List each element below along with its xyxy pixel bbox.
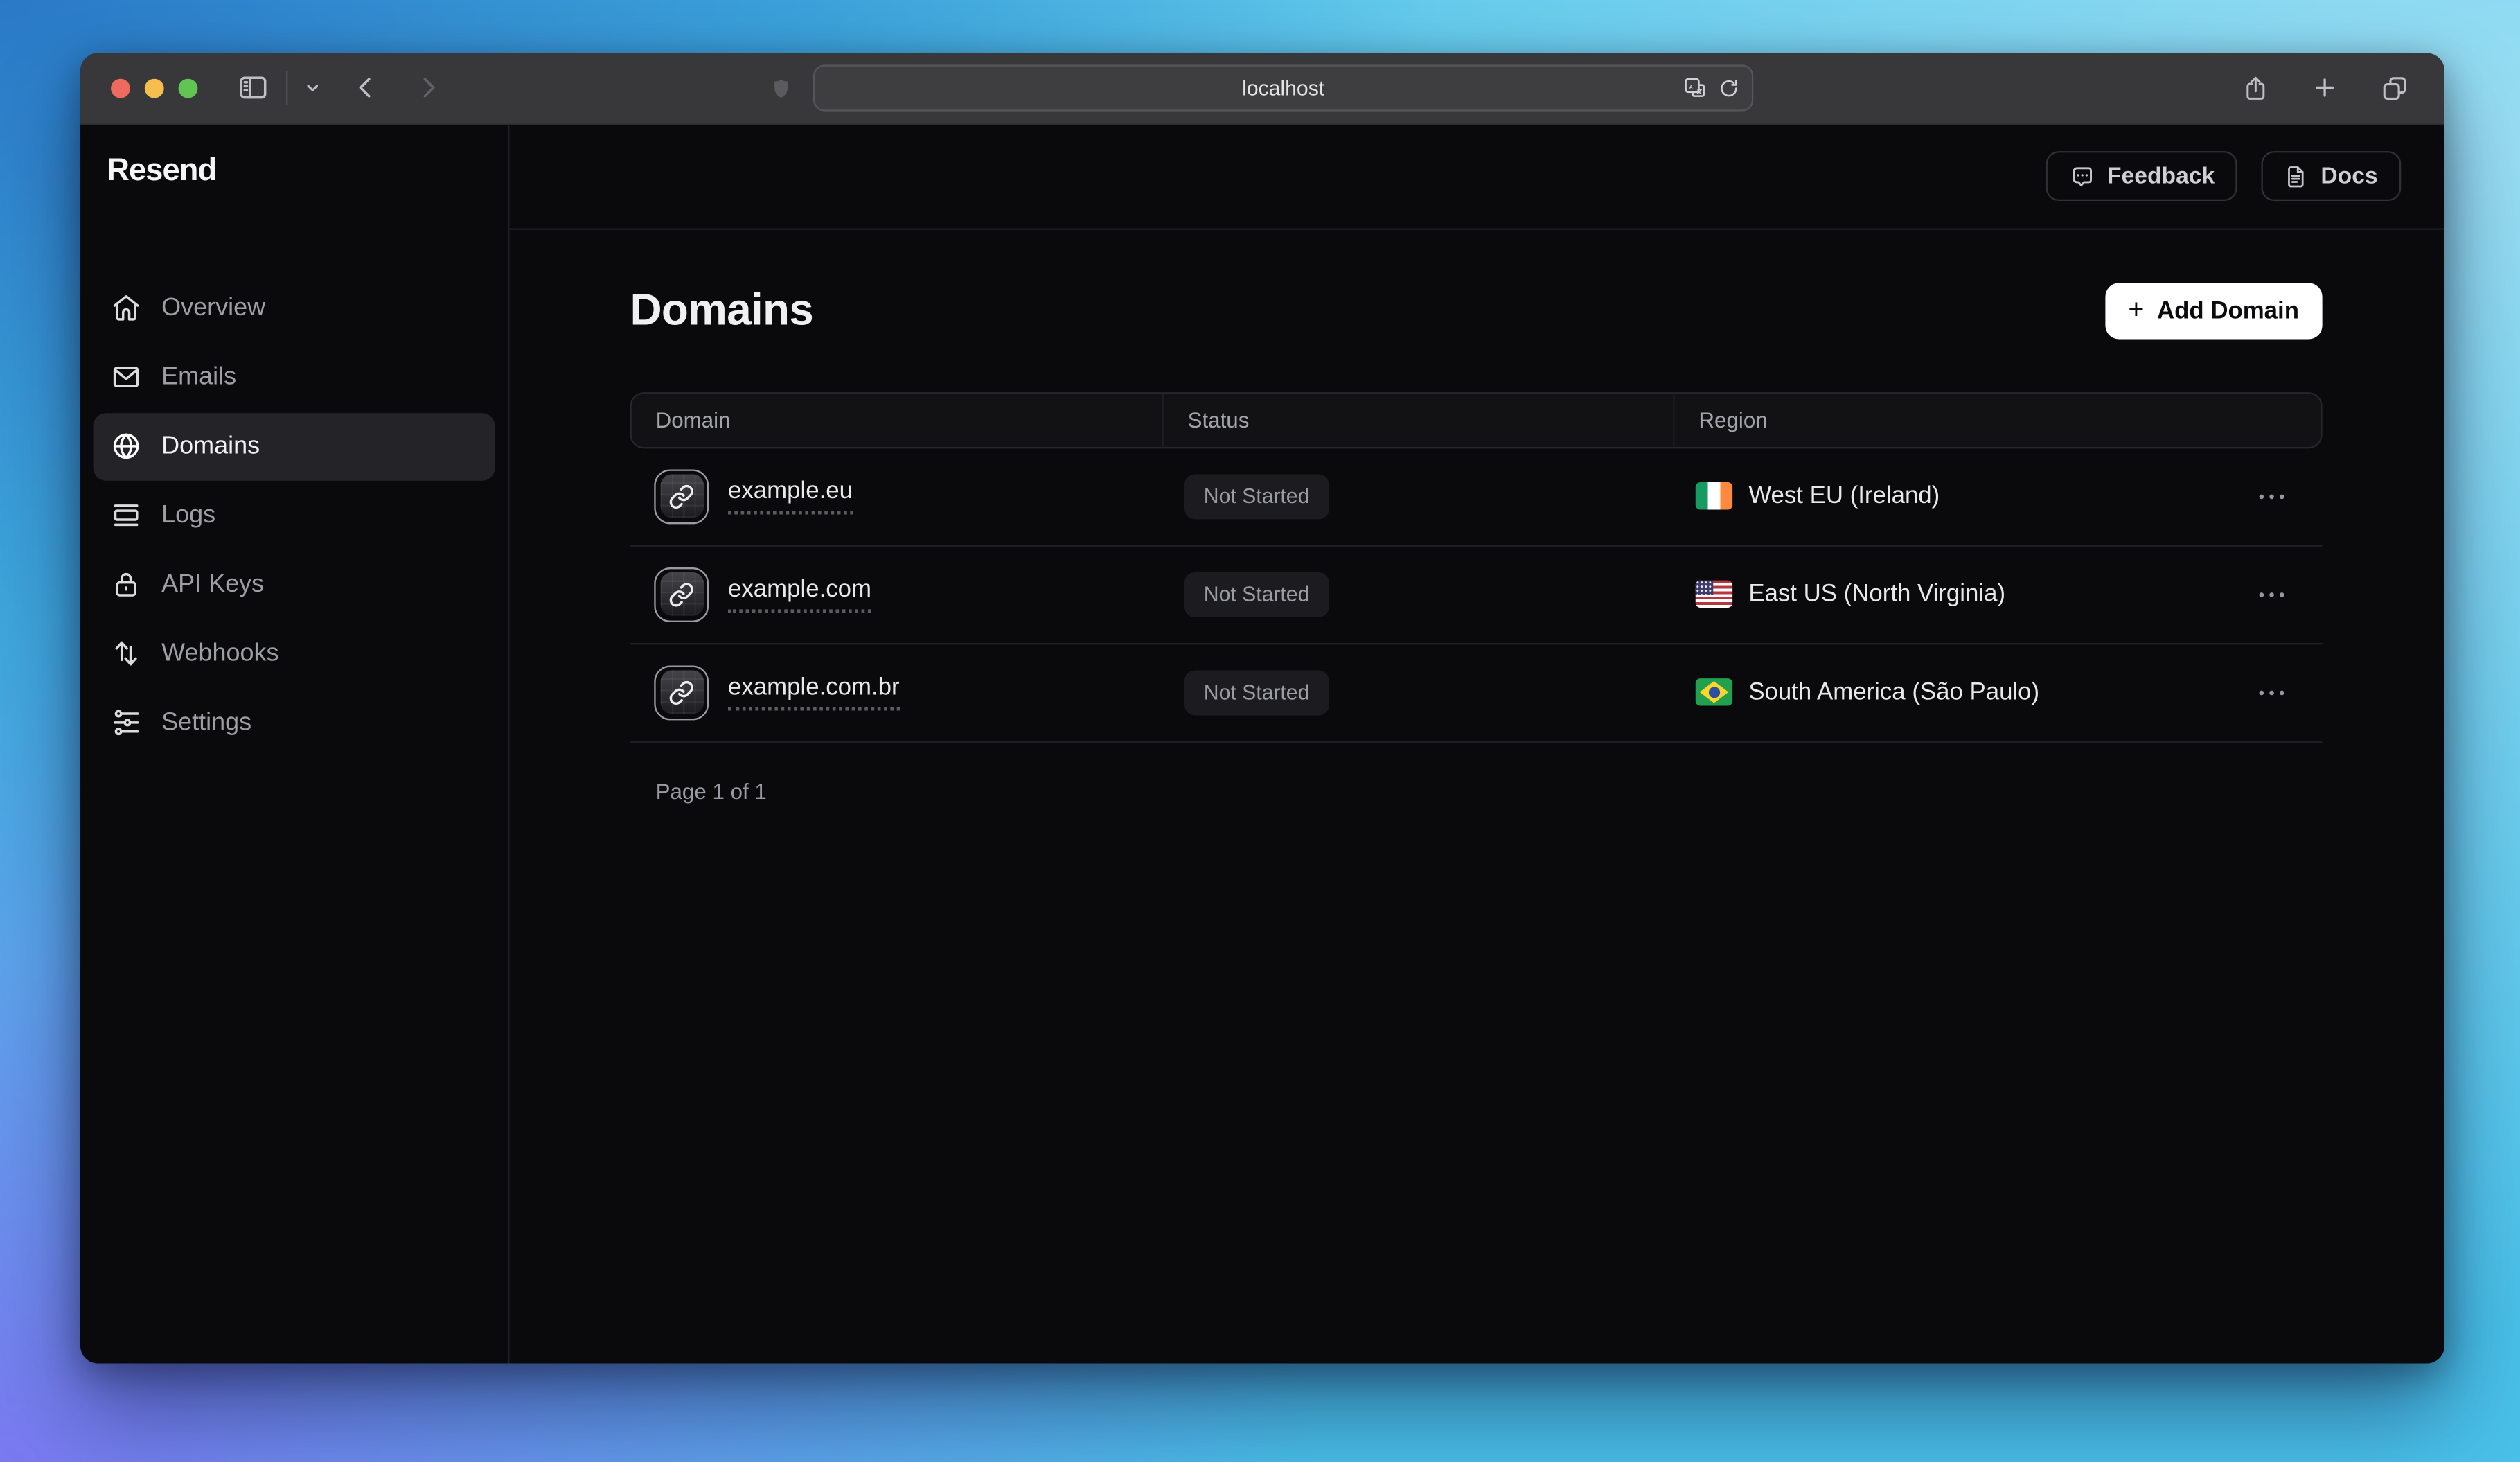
mail-icon <box>110 362 141 392</box>
table-body: example.eu Not Started West EU (Ireland)… <box>630 448 2322 742</box>
address-bar-url[interactable]: localhost <box>1242 76 1324 100</box>
table-row: example.com.br Not Started South America… <box>630 644 2322 742</box>
sidebar-nav: Overview Emails Domains Logs API Keys We… <box>80 274 508 758</box>
row-actions-menu-icon[interactable] <box>2255 588 2286 601</box>
docs-icon <box>2284 163 2308 188</box>
resend-logo[interactable]: Resend <box>107 152 508 188</box>
page-title: Domains <box>630 285 814 336</box>
status-badge: Not Started <box>1184 669 1329 714</box>
column-header-status: Status <box>1162 393 1673 446</box>
browser-titlebar: localhost <box>80 53 2444 125</box>
app-header: Feedback Docs <box>509 125 2443 229</box>
row-actions-menu-icon[interactable] <box>2255 489 2286 502</box>
status-badge: Not Started <box>1184 572 1329 617</box>
feedback-button[interactable]: Feedback <box>2046 151 2237 202</box>
sidebar-toggle-icon[interactable] <box>236 71 270 105</box>
docs-label: Docs <box>2321 163 2377 188</box>
main-area: Feedback Docs Domains + Add Domain <box>509 125 2443 1363</box>
toolbar-right-group <box>2241 53 2408 123</box>
row-actions-menu-icon[interactable] <box>2255 686 2286 699</box>
browser-window: localhost Resend Overview Emails <box>80 53 2444 1363</box>
feedback-icon <box>2068 163 2094 188</box>
region-label: South America (São Paulo) <box>1748 678 2039 705</box>
title-row: Domains + Add Domain <box>630 283 2322 338</box>
privacy-shield-icon[interactable] <box>770 75 792 100</box>
plus-icon: + <box>2128 296 2144 323</box>
link-icon <box>654 664 709 719</box>
region-cell: East US (North Virginia) <box>1671 581 2322 608</box>
sidebar-item-overview[interactable]: Overview <box>92 274 495 342</box>
globe-icon <box>110 431 141 461</box>
docs-button[interactable]: Docs <box>2262 151 2401 202</box>
status-cell: Not Started <box>1160 572 1671 617</box>
logs-icon <box>110 500 141 531</box>
arrows-up-down-icon <box>110 638 141 669</box>
table-header: Domain Status Region <box>630 391 2322 448</box>
region-cell: South America (São Paulo) <box>1671 678 2322 705</box>
column-header-domain: Domain <box>632 393 1162 446</box>
address-bar-icons <box>1682 66 1739 110</box>
flag-br-icon <box>1696 678 1732 705</box>
status-cell: Not Started <box>1160 669 1671 714</box>
region-label: East US (North Virginia) <box>1748 581 2005 608</box>
add-domain-button[interactable]: + Add Domain <box>2106 283 2322 338</box>
reload-icon[interactable] <box>1717 77 1739 98</box>
flag-ie-icon <box>1696 482 1732 509</box>
status-cell: Not Started <box>1160 473 1671 518</box>
sliders-icon <box>110 707 141 738</box>
link-icon <box>654 468 709 523</box>
share-icon[interactable] <box>2241 73 2268 103</box>
address-bar-area: localhost <box>770 64 1753 112</box>
domains-table: Domain Status Region example.eu Not Star… <box>630 391 2322 742</box>
desktop-background: localhost Resend Overview Emails <box>0 0 2520 1462</box>
region-label: West EU (Ireland) <box>1748 482 1940 509</box>
domain-cell: example.com <box>630 567 1161 622</box>
domain-cell: example.eu <box>630 468 1161 523</box>
translate-icon[interactable] <box>1682 76 1706 100</box>
domain-link[interactable]: example.eu <box>728 477 853 514</box>
domain-link[interactable]: example.com <box>728 576 871 613</box>
back-icon[interactable] <box>352 74 379 101</box>
forward-icon[interactable] <box>415 74 442 101</box>
status-badge: Not Started <box>1184 473 1329 518</box>
minimize-window-button[interactable] <box>144 78 164 98</box>
region-cell: West EU (Ireland) <box>1671 482 2322 509</box>
sidebar-item-api-keys[interactable]: API Keys <box>92 551 495 618</box>
link-icon <box>654 567 709 622</box>
toolbar-left-group <box>236 71 442 105</box>
window-controls <box>110 78 197 98</box>
tab-overview-icon[interactable] <box>2379 73 2408 103</box>
lock-icon <box>110 569 141 599</box>
zoom-window-button[interactable] <box>177 78 197 98</box>
domain-link[interactable]: example.com.br <box>728 673 900 710</box>
feedback-label: Feedback <box>2107 163 2215 188</box>
sidebar-item-webhooks[interactable]: Webhooks <box>92 619 495 687</box>
table-row: example.com Not Started East US (North V… <box>630 546 2322 644</box>
close-window-button[interactable] <box>110 78 130 98</box>
flag-us-icon <box>1696 581 1732 608</box>
address-bar[interactable]: localhost <box>813 64 1753 112</box>
chevron-down-icon[interactable] <box>302 78 323 98</box>
home-icon <box>110 292 141 323</box>
sidebar-item-logs[interactable]: Logs <box>92 482 495 549</box>
table-row: example.eu Not Started West EU (Ireland) <box>630 448 2322 546</box>
add-domain-label: Add Domain <box>2157 297 2299 324</box>
sidebar-item-domains[interactable]: Domains <box>92 412 495 479</box>
pagination-status: Page 1 of 1 <box>630 779 2322 803</box>
column-header-region: Region <box>1673 393 2320 446</box>
domain-cell: example.com.br <box>630 664 1161 719</box>
sidebar-item-emails[interactable]: Emails <box>92 343 495 410</box>
resend-app: Resend Overview Emails Domains Logs API … <box>80 125 2444 1363</box>
sidebar: Resend Overview Emails Domains Logs API … <box>80 125 510 1363</box>
toolbar-divider <box>286 71 287 105</box>
sidebar-item-settings[interactable]: Settings <box>92 689 495 756</box>
new-tab-icon[interactable] <box>2310 74 2337 101</box>
domains-page: Domains + Add Domain Domain Status Regio… <box>509 229 2443 803</box>
